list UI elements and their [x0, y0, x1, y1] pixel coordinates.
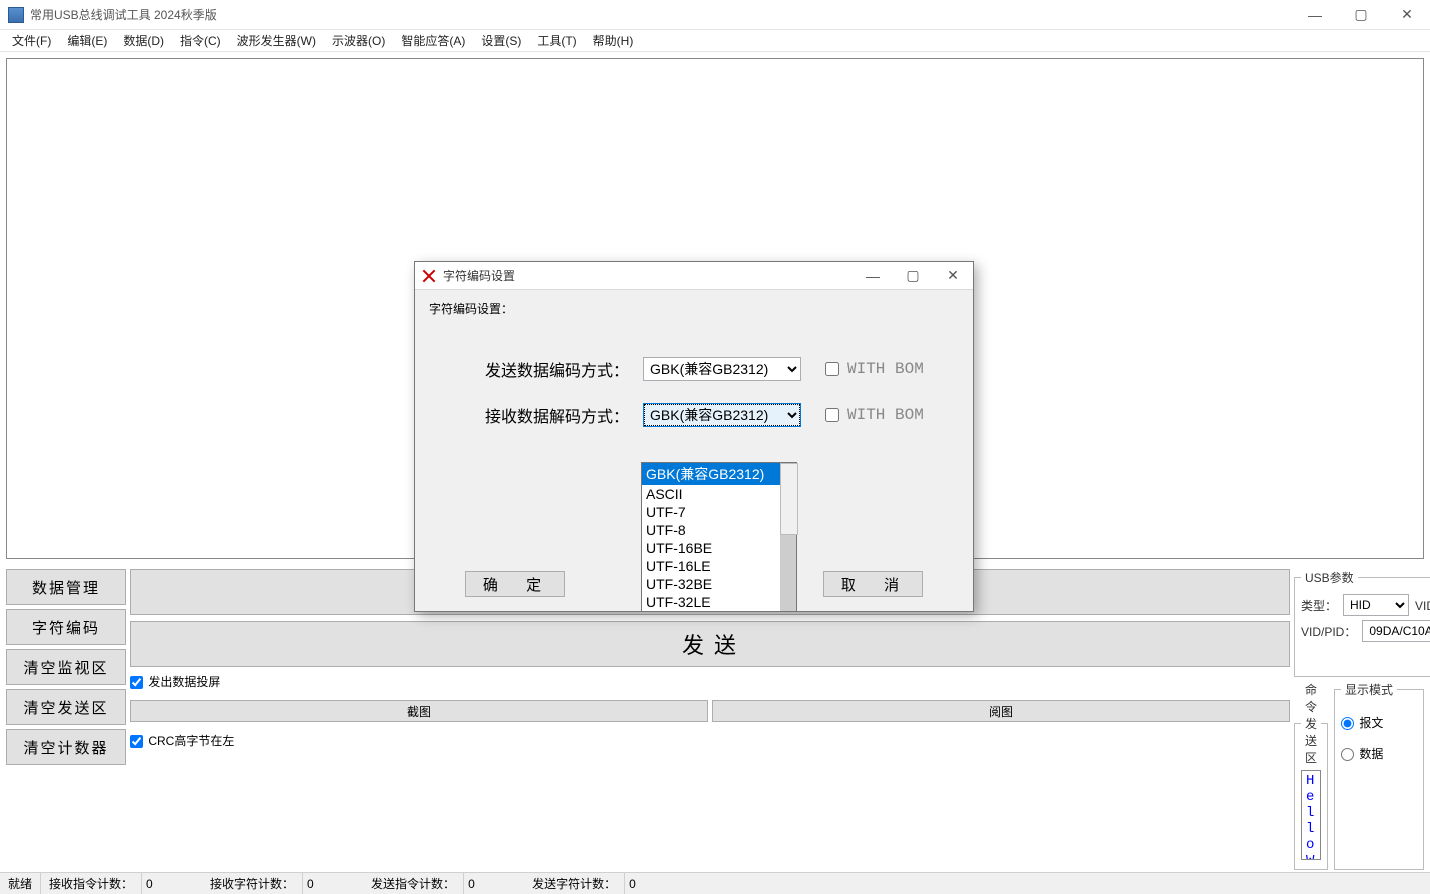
send-area-group: 命令发送区 Hello World!	[1294, 681, 1328, 870]
menu-scope[interactable]: 示波器(O)	[324, 30, 393, 51]
char-encoding-button[interactable]: 字符编码	[6, 609, 126, 645]
dialog-title: 字符编码设置	[443, 267, 853, 284]
status-tx-cmd-value: 0	[464, 877, 524, 891]
window-controls: — ▢ ✕	[1292, 0, 1430, 30]
clear-monitor-button[interactable]: 清空监视区	[6, 649, 126, 685]
display-mode-legend: 显示模式	[1341, 681, 1397, 698]
send-encoding-label: 发送数据编码方式：	[469, 357, 629, 381]
recv-decoding-label: 接收数据解码方式：	[469, 403, 629, 427]
dialog-cancel-button[interactable]: 取 消	[823, 571, 923, 597]
status-tx-char-value: 0	[625, 877, 685, 891]
clear-send-button[interactable]: 清空发送区	[6, 689, 126, 725]
dialog-titlebar[interactable]: 字符编码设置 — ▢ ✕	[415, 262, 973, 290]
menu-settings[interactable]: 设置(S)	[473, 30, 529, 51]
dropdown-option[interactable]: UTF-32LE	[642, 593, 796, 611]
status-rx-char-label: 接收字符计数：	[202, 873, 303, 894]
dialog-close-button[interactable]: ✕	[933, 262, 973, 290]
minimize-button[interactable]: —	[1292, 0, 1338, 30]
titlebar: 常用USB总线调试工具 2024秋季版 — ▢ ✕	[0, 0, 1430, 30]
menu-file[interactable]: 文件(F)	[4, 30, 59, 51]
usb-params-group: USB参数 类型： HID VID： PID： VIN： VID/PID： 09…	[1294, 569, 1430, 677]
send-textarea[interactable]: Hello World!	[1301, 770, 1321, 860]
send-area-legend: 命令发送区	[1301, 681, 1321, 766]
dialog-ok-button[interactable]: 确 定	[465, 571, 565, 597]
window-title: 常用USB总线调试工具 2024秋季版	[30, 6, 1292, 23]
menu-edit[interactable]: 编辑(E)	[59, 30, 115, 51]
send-encoding-select[interactable]: GBK(兼容GB2312)	[643, 357, 801, 381]
dialog-icon	[421, 268, 437, 284]
type-select[interactable]: HID	[1343, 594, 1409, 616]
vidpid-label: VID/PID：	[1301, 623, 1356, 640]
dropdown-option[interactable]: UTF-16LE	[642, 557, 796, 575]
left-button-column: 数据管理 字符编码 清空监视区 清空发送区 清空计数器	[6, 569, 126, 870]
clear-counter-button[interactable]: 清空计数器	[6, 729, 126, 765]
send-button[interactable]: 发 送	[130, 621, 1290, 667]
statusbar: 就绪 接收指令计数： 0 接收字符计数： 0 发送指令计数： 0 发送字符计数：…	[0, 872, 1430, 894]
vid-label: VID：	[1415, 597, 1430, 614]
status-rx-cmd-label: 接收指令计数：	[41, 873, 142, 894]
dialog-minimize-button[interactable]: —	[853, 262, 893, 290]
menu-smart[interactable]: 智能应答(A)	[393, 30, 473, 51]
dropdown-option[interactable]: UTF-8	[642, 521, 796, 539]
app-icon	[8, 7, 24, 23]
read-image-button[interactable]: 阅图	[712, 700, 1290, 722]
usb-params-legend: USB参数	[1301, 569, 1358, 586]
menu-help[interactable]: 帮助(H)	[585, 30, 642, 51]
dropdown-option[interactable]: UTF-32BE	[642, 575, 796, 593]
dialog-maximize-button[interactable]: ▢	[893, 262, 933, 290]
data-manage-button[interactable]: 数据管理	[6, 569, 126, 605]
menubar: 文件(F) 编辑(E) 数据(D) 指令(C) 波形发生器(W) 示波器(O) …	[0, 30, 1430, 52]
close-button[interactable]: ✕	[1384, 0, 1430, 30]
screenshot-button[interactable]: 截图	[130, 700, 708, 722]
status-rx-char-value: 0	[303, 877, 363, 891]
dropdown-option[interactable]: UTF-16BE	[642, 539, 796, 557]
crc-high-check[interactable]: CRC高字节在左	[130, 732, 1290, 749]
status-tx-char-label: 发送字符计数：	[524, 873, 625, 894]
dropdown-option[interactable]: ASCII	[642, 485, 796, 503]
decoding-dropdown-list: GBK(兼容GB2312) ASCII UTF-7 UTF-8 UTF-16BE…	[641, 462, 797, 612]
recv-bom-check[interactable]: WITH BOM	[825, 406, 924, 424]
menu-wavegen[interactable]: 波形发生器(W)	[229, 30, 324, 51]
status-tx-cmd-label: 发送指令计数：	[363, 873, 464, 894]
display-packet-radio[interactable]: 报文	[1341, 714, 1383, 731]
menu-command[interactable]: 指令(C)	[172, 30, 229, 51]
display-data-radio[interactable]: 数据	[1341, 745, 1383, 762]
recv-decoding-select[interactable]: GBK(兼容GB2312)	[643, 403, 801, 427]
status-rx-cmd-value: 0	[142, 877, 202, 891]
status-ready: 就绪	[0, 873, 41, 894]
cast-check[interactable]: 发出数据投屏	[130, 673, 1290, 690]
dropdown-scrollbar[interactable]	[780, 463, 796, 611]
type-label: 类型：	[1301, 597, 1337, 614]
display-mode-group: 显示模式 报文 数据	[1334, 681, 1424, 870]
dropdown-option[interactable]: UTF-7	[642, 503, 796, 521]
menu-tools[interactable]: 工具(T)	[529, 30, 584, 51]
menu-data[interactable]: 数据(D)	[115, 30, 172, 51]
maximize-button[interactable]: ▢	[1338, 0, 1384, 30]
send-bom-check[interactable]: WITH BOM	[825, 360, 924, 378]
dropdown-option[interactable]: GBK(兼容GB2312)	[642, 463, 796, 485]
vidpid-select[interactable]: 09DA/C10A:USB Mouse	[1362, 620, 1430, 642]
dialog-caption: 字符编码设置：	[429, 300, 959, 317]
